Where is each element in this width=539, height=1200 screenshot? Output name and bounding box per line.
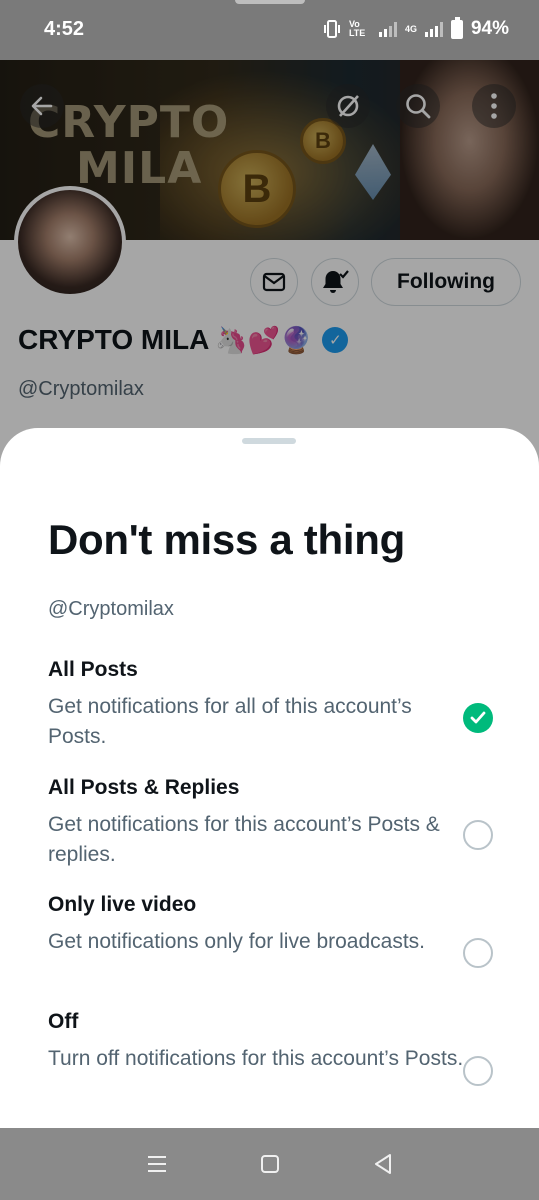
battery-icon [450, 16, 463, 39]
option-title: All Posts [48, 658, 138, 681]
sheet-account-handle: @Cryptomilax [48, 598, 174, 620]
menu-icon [147, 1156, 166, 1172]
vibrate-icon [323, 20, 340, 38]
option-title: Only live video [48, 893, 197, 916]
option-off[interactable]: Off Turn off notifications for this acco… [48, 1010, 508, 1086]
recents-button[interactable] [142, 1149, 172, 1179]
signal-2-icon [424, 21, 443, 37]
status-icons: Vo LTE 4G 94% [323, 16, 509, 40]
option-all-posts-replies[interactable]: All Posts & Replies Get notifications fo… [48, 776, 508, 870]
status-notch [235, 0, 305, 4]
option-description: Get notifications only for live broadcas… [48, 930, 426, 953]
notification-settings-sheet: Don't miss a thing @Cryptomilax All Post… [0, 428, 539, 1128]
option-all-posts[interactable]: All Posts Get notifications for all of t… [48, 658, 508, 752]
radio-selected-icon[interactable] [463, 703, 493, 733]
radio-unselected-icon[interactable] [463, 820, 493, 850]
option-description: Turn off notifications for this account’… [48, 1047, 464, 1070]
option-only-live-video[interactable]: Only live video Get notifications only f… [48, 893, 508, 968]
option-title: Off [48, 1010, 79, 1033]
radio-unselected-icon[interactable] [463, 938, 493, 968]
status-bar: 4:52 Vo LTE 4G 94% [0, 0, 539, 60]
option-description: Get notifications for this account’s Pos… [48, 813, 440, 866]
check-icon [470, 711, 486, 724]
option-description: Get notifications for all of this accoun… [48, 695, 412, 748]
signal-1-icon [378, 21, 397, 37]
radio-unselected-icon[interactable] [463, 1056, 493, 1086]
system-navigation-bar [0, 1128, 539, 1200]
nav-back-button[interactable] [368, 1149, 398, 1179]
option-title: All Posts & Replies [48, 776, 240, 799]
volte-label: Vo LTE [348, 19, 366, 38]
sheet-drag-handle[interactable] [242, 438, 296, 444]
home-button[interactable] [255, 1149, 285, 1179]
sheet-title: Don't miss a thing [48, 516, 405, 563]
status-time: 4:52 [44, 18, 85, 40]
network-gen-label: 4G [404, 23, 417, 34]
nav-back-icon [374, 1154, 391, 1174]
home-square-icon [260, 1155, 279, 1173]
battery-percent: 94% [470, 18, 509, 39]
